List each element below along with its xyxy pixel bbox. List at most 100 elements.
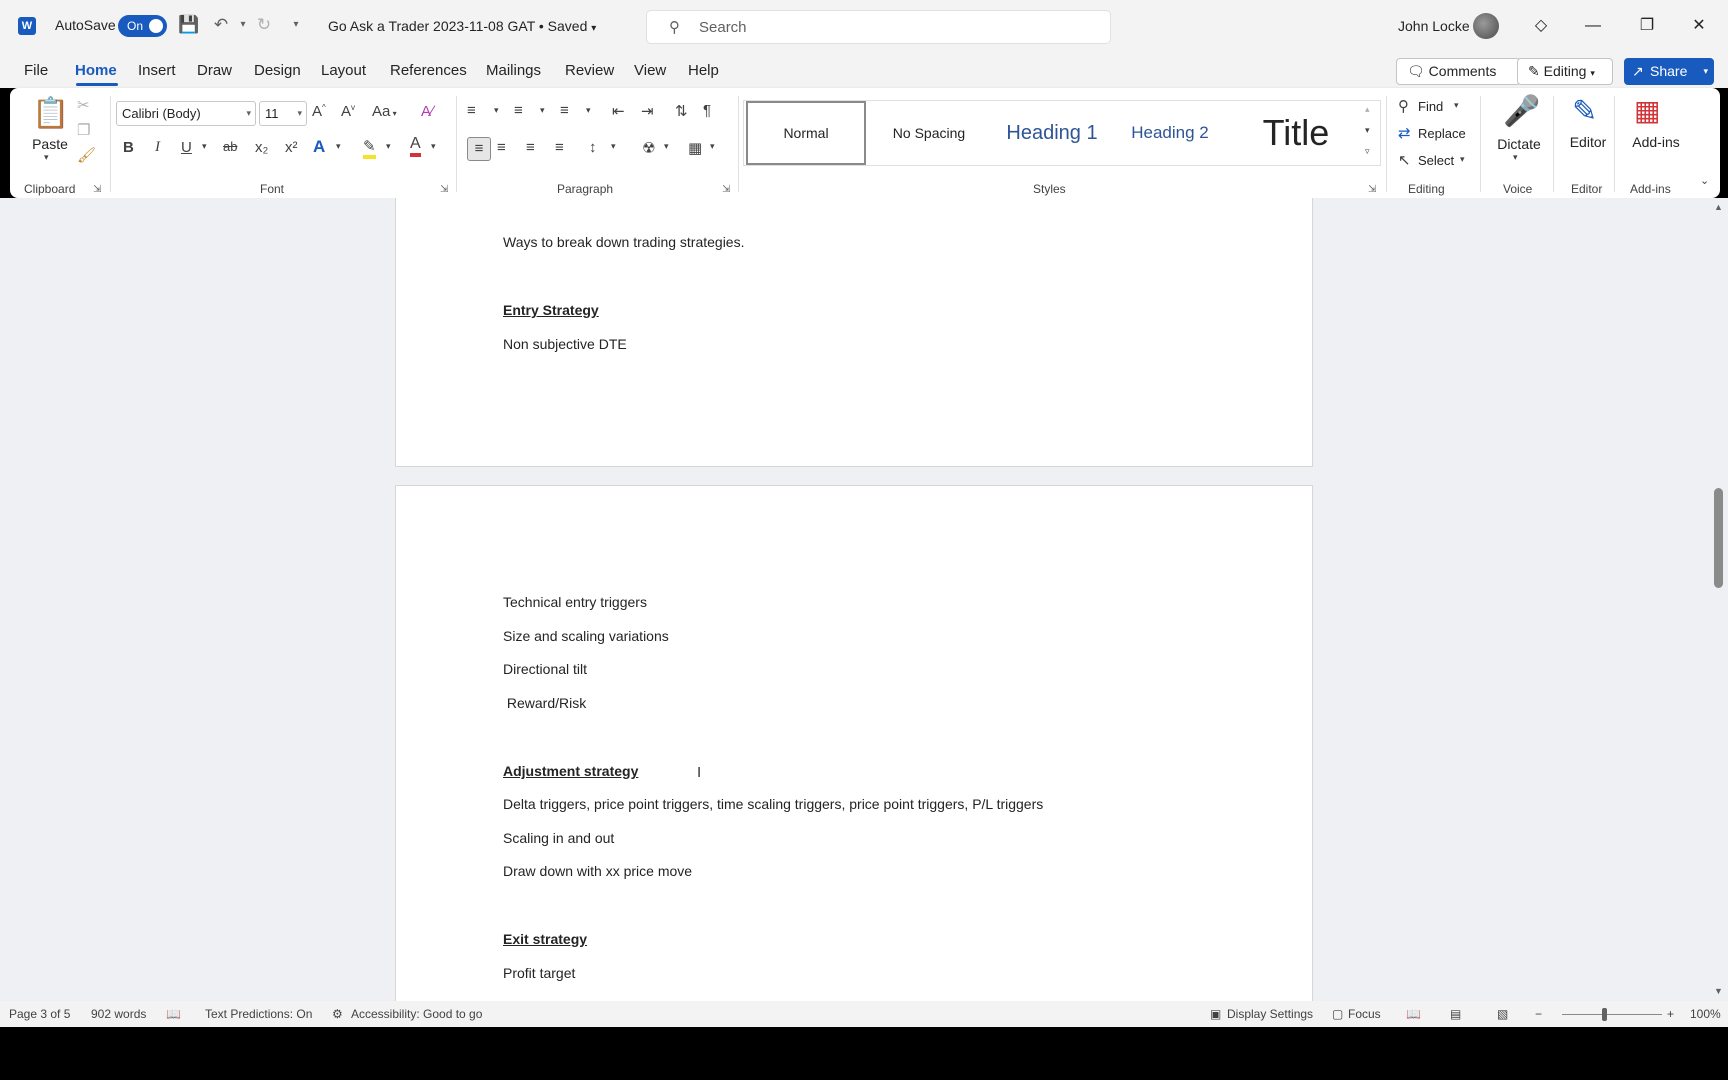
close-icon[interactable]: ✕ — [1684, 12, 1714, 40]
restore-icon[interactable]: ❐ — [1632, 12, 1662, 40]
doc-paragraph[interactable]: Scaling in and out — [503, 830, 614, 846]
proofing-icon[interactable]: 📖 — [166, 1007, 181, 1021]
tab-home[interactable]: Home — [75, 62, 117, 79]
doc-heading-entry-strategy[interactable]: Entry Strategy — [503, 302, 599, 318]
tab-layout[interactable]: Layout — [321, 62, 366, 79]
replace-button[interactable]: Replace — [1418, 126, 1466, 141]
select-button[interactable]: Select — [1418, 153, 1454, 168]
text-effects-icon[interactable]: A — [313, 137, 325, 157]
undo-dropdown-icon[interactable]: ▾ — [232, 14, 254, 36]
redo-icon[interactable]: ↻ — [253, 14, 275, 36]
shading-icon[interactable]: ☢ — [642, 139, 655, 157]
avatar[interactable] — [1473, 13, 1499, 39]
paste-label[interactable]: Paste — [30, 136, 70, 152]
document-canvas[interactable]: Ways to break down trading strategies. E… — [0, 198, 1710, 1001]
add-ins-button[interactable]: Add-ins — [1621, 134, 1691, 150]
user-name[interactable]: John Locke — [1398, 18, 1470, 34]
comments-button[interactable]: 🗨 Comments — [1396, 58, 1521, 85]
styles-scroll-up-icon[interactable]: ▴ — [1365, 104, 1370, 115]
tab-insert[interactable]: Insert — [138, 62, 176, 79]
numbering-icon[interactable]: ≡ — [514, 102, 523, 119]
bullets-dropdown-icon[interactable]: ▾ — [494, 105, 499, 116]
find-icon[interactable]: ⚲ — [1398, 97, 1409, 115]
show-formatting-icon[interactable]: ¶ — [703, 102, 711, 119]
paste-dropdown-icon[interactable]: ▾ — [44, 152, 49, 163]
style-normal[interactable]: Normal — [746, 101, 866, 165]
paste-icon[interactable]: 📋 — [32, 96, 69, 131]
shading-dropdown-icon[interactable]: ▾ — [664, 141, 669, 152]
text-effects-dropdown-icon[interactable]: ▾ — [336, 141, 341, 152]
editing-mode-button[interactable]: ✎ Editing ▾ — [1517, 58, 1613, 85]
scroll-down-icon[interactable]: ▼ — [1714, 986, 1723, 996]
doc-paragraph[interactable]: Ways to break down trading strategies. — [503, 234, 745, 250]
line-spacing-icon[interactable]: ↕ — [589, 139, 597, 156]
styles-more-icon[interactable]: ▿ — [1365, 146, 1370, 157]
bold-icon[interactable]: B — [123, 139, 134, 156]
grow-font-icon[interactable]: A^ — [312, 103, 326, 120]
tab-design[interactable]: Design — [254, 62, 301, 79]
align-left-icon[interactable]: ≡ — [467, 137, 491, 161]
page-current[interactable] — [395, 485, 1313, 1001]
tab-file[interactable]: File — [24, 62, 48, 79]
find-dropdown-icon[interactable]: ▾ — [1454, 100, 1459, 111]
style-heading-1[interactable]: Heading 1 — [992, 101, 1112, 165]
tab-help[interactable]: Help — [688, 62, 719, 79]
web-layout-icon[interactable]: ▧ — [1497, 1007, 1508, 1021]
doc-paragraph[interactable]: Directional tilt — [503, 661, 587, 677]
justify-icon[interactable]: ≡ — [555, 139, 564, 156]
dictate-button[interactable]: Dictate — [1484, 136, 1554, 152]
select-icon[interactable]: ↖ — [1398, 151, 1411, 169]
doc-paragraph[interactable]: Profit target — [503, 965, 575, 981]
find-button[interactable]: Find — [1418, 99, 1443, 114]
share-button[interactable]: Share ↗ ▾ — [1624, 58, 1714, 85]
premium-diamond-icon[interactable]: ◇ — [1526, 12, 1556, 40]
font-color-dropdown-icon[interactable]: ▾ — [431, 141, 436, 152]
borders-dropdown-icon[interactable]: ▾ — [710, 141, 715, 152]
superscript-icon[interactable]: x² — [285, 139, 298, 156]
font-size-combo[interactable]: 11 ▾ — [259, 101, 307, 126]
focus-button[interactable]: Focus — [1348, 1007, 1381, 1021]
accessibility-status[interactable]: Accessibility: Good to go — [351, 1007, 482, 1021]
align-right-icon[interactable]: ≡ — [526, 139, 535, 156]
tab-references[interactable]: References — [390, 62, 467, 79]
dictate-dropdown-icon[interactable]: ▾ — [1513, 152, 1518, 163]
search-box[interactable]: ⚲ — [646, 10, 1111, 44]
doc-paragraph[interactable]: Draw down with xx price move — [503, 863, 692, 879]
paragraph-launcher-icon[interactable]: ⇲ — [722, 184, 730, 195]
doc-heading-exit-strategy[interactable]: Exit strategy — [503, 931, 587, 947]
document-title[interactable]: Go Ask a Trader 2023-11-08 GAT • Saved ▾ — [328, 18, 596, 34]
styles-scroll-down-icon[interactable]: ▾ — [1365, 125, 1370, 136]
minimize-icon[interactable]: — — [1578, 12, 1608, 40]
display-settings-button[interactable]: Display Settings — [1227, 1007, 1313, 1021]
sort-icon[interactable]: ⇅ — [675, 102, 688, 120]
vertical-scrollbar[interactable]: ▲ ▼ — [1710, 198, 1728, 1001]
doc-paragraph[interactable]: Size and scaling variations — [503, 628, 669, 644]
highlight-dropdown-icon[interactable]: ▾ — [386, 141, 391, 152]
clear-formatting-icon[interactable]: A∕ — [421, 103, 434, 120]
zoom-in-icon[interactable]: + — [1667, 1007, 1674, 1021]
search-input[interactable] — [699, 17, 1079, 37]
doc-paragraph[interactable]: Reward/Risk — [503, 695, 586, 711]
subscript-icon[interactable]: x₂ — [255, 139, 268, 156]
font-name-combo[interactable]: Calibri (Body) ▾ — [116, 101, 256, 126]
styles-launcher-icon[interactable]: ⇲ — [1368, 184, 1376, 195]
copy-icon[interactable]: ❐ — [77, 121, 90, 139]
borders-icon[interactable]: ▦ — [688, 139, 702, 157]
doc-paragraph[interactable]: Non subjective DTE — [503, 336, 627, 352]
tab-draw[interactable]: Draw — [197, 62, 232, 79]
underline-dropdown-icon[interactable]: ▾ — [202, 141, 207, 152]
format-painter-icon[interactable]: 🖌 — [77, 146, 96, 164]
doc-heading-adjustment-strategy[interactable]: Adjustment strategy — [503, 763, 638, 779]
add-ins-icon[interactable]: ▦ — [1634, 94, 1660, 127]
microphone-icon[interactable]: 🎤 — [1503, 94, 1540, 129]
style-heading-2[interactable]: Heading 2 — [1114, 101, 1226, 165]
autosave-toggle[interactable]: On — [118, 15, 167, 37]
print-layout-icon[interactable]: ▤ — [1450, 1007, 1461, 1021]
align-center-icon[interactable]: ≡ — [497, 139, 506, 156]
style-title[interactable]: Title — [1228, 101, 1364, 165]
zoom-slider[interactable] — [1562, 1014, 1662, 1015]
italic-icon[interactable]: I — [155, 139, 160, 156]
ribbon-collapse-icon[interactable]: ⌄ — [1700, 174, 1709, 187]
doc-paragraph[interactable]: Delta triggers, price point triggers, ti… — [503, 796, 1043, 812]
change-case-icon[interactable]: Aa ▾ — [372, 103, 397, 120]
